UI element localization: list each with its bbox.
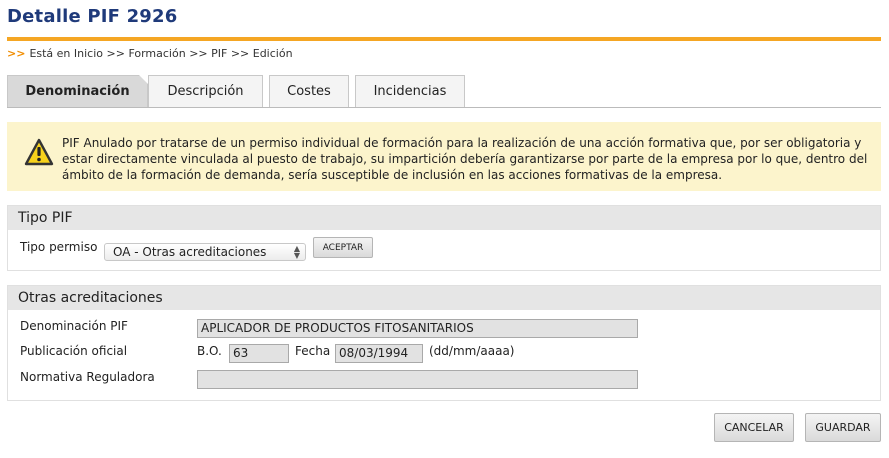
fecha-label: Fecha — [295, 344, 331, 358]
tab-label: Descripción — [167, 84, 244, 99]
title-underline — [7, 37, 881, 41]
warning-box: PIF Anulado por tratarse de un permiso i… — [7, 122, 881, 191]
section-heading: Otras acreditaciones — [8, 286, 880, 310]
cancel-button[interactable]: CANCELAR — [714, 413, 794, 442]
tab-label: Costes — [287, 84, 331, 99]
fecha-format-hint: (dd/mm/aaaa) — [429, 344, 515, 358]
warning-text: PIF Anulado por tratarse de un permiso i… — [62, 136, 868, 182]
tab-incidencias[interactable]: Incidencias — [355, 75, 465, 107]
denominacion-label: Denominación PIF — [20, 319, 128, 333]
normativa-label: Normativa Reguladora — [20, 370, 155, 384]
tab-costes[interactable]: Costes — [269, 75, 349, 107]
tipo-permiso-select[interactable]: OA - Otras acreditaciones ▲ ▼ — [104, 243, 306, 261]
breadcrumb-arrow: >> — [7, 47, 26, 60]
section-heading: Tipo PIF — [8, 206, 880, 230]
denominacion-field[interactable]: APLICADOR DE PRODUCTOS FITOSANITARIOS — [197, 319, 638, 338]
tab-descripcion[interactable]: Descripción — [148, 75, 263, 107]
tipo-pif-section: Tipo PIF Tipo permiso OA - Otras acredit… — [7, 205, 881, 271]
tab-label: Denominación — [25, 84, 130, 99]
select-value: OA - Otras acreditaciones — [113, 245, 267, 259]
tab-label: Incidencias — [373, 84, 447, 99]
tab-denominacion[interactable]: Denominación — [7, 75, 148, 107]
accept-button[interactable]: ACEPTAR — [313, 237, 373, 258]
fecha-field[interactable]: 08/03/1994 — [335, 344, 423, 363]
bo-label: B.O. — [197, 344, 222, 358]
normativa-field[interactable] — [197, 370, 638, 389]
warning-icon — [24, 138, 54, 166]
tab-bar: Denominación Descripción Costes Incidenc… — [7, 75, 881, 108]
publicacion-label: Publicación oficial — [20, 344, 128, 358]
save-button[interactable]: GUARDAR — [805, 413, 881, 442]
select-arrows-icon: ▲ ▼ — [293, 244, 300, 260]
otras-acreditaciones-section: Otras acreditaciones Denominación PIF AP… — [7, 285, 881, 401]
breadcrumb-text: Está en Inicio >> Formación >> PIF >> Ed… — [29, 47, 293, 60]
tipo-permiso-label: Tipo permiso — [20, 240, 98, 254]
page-title: Detalle PIF 2926 — [7, 6, 178, 27]
bo-field[interactable]: 63 — [229, 344, 289, 363]
breadcrumb: >> Está en Inicio >> Formación >> PIF >> … — [7, 47, 293, 60]
